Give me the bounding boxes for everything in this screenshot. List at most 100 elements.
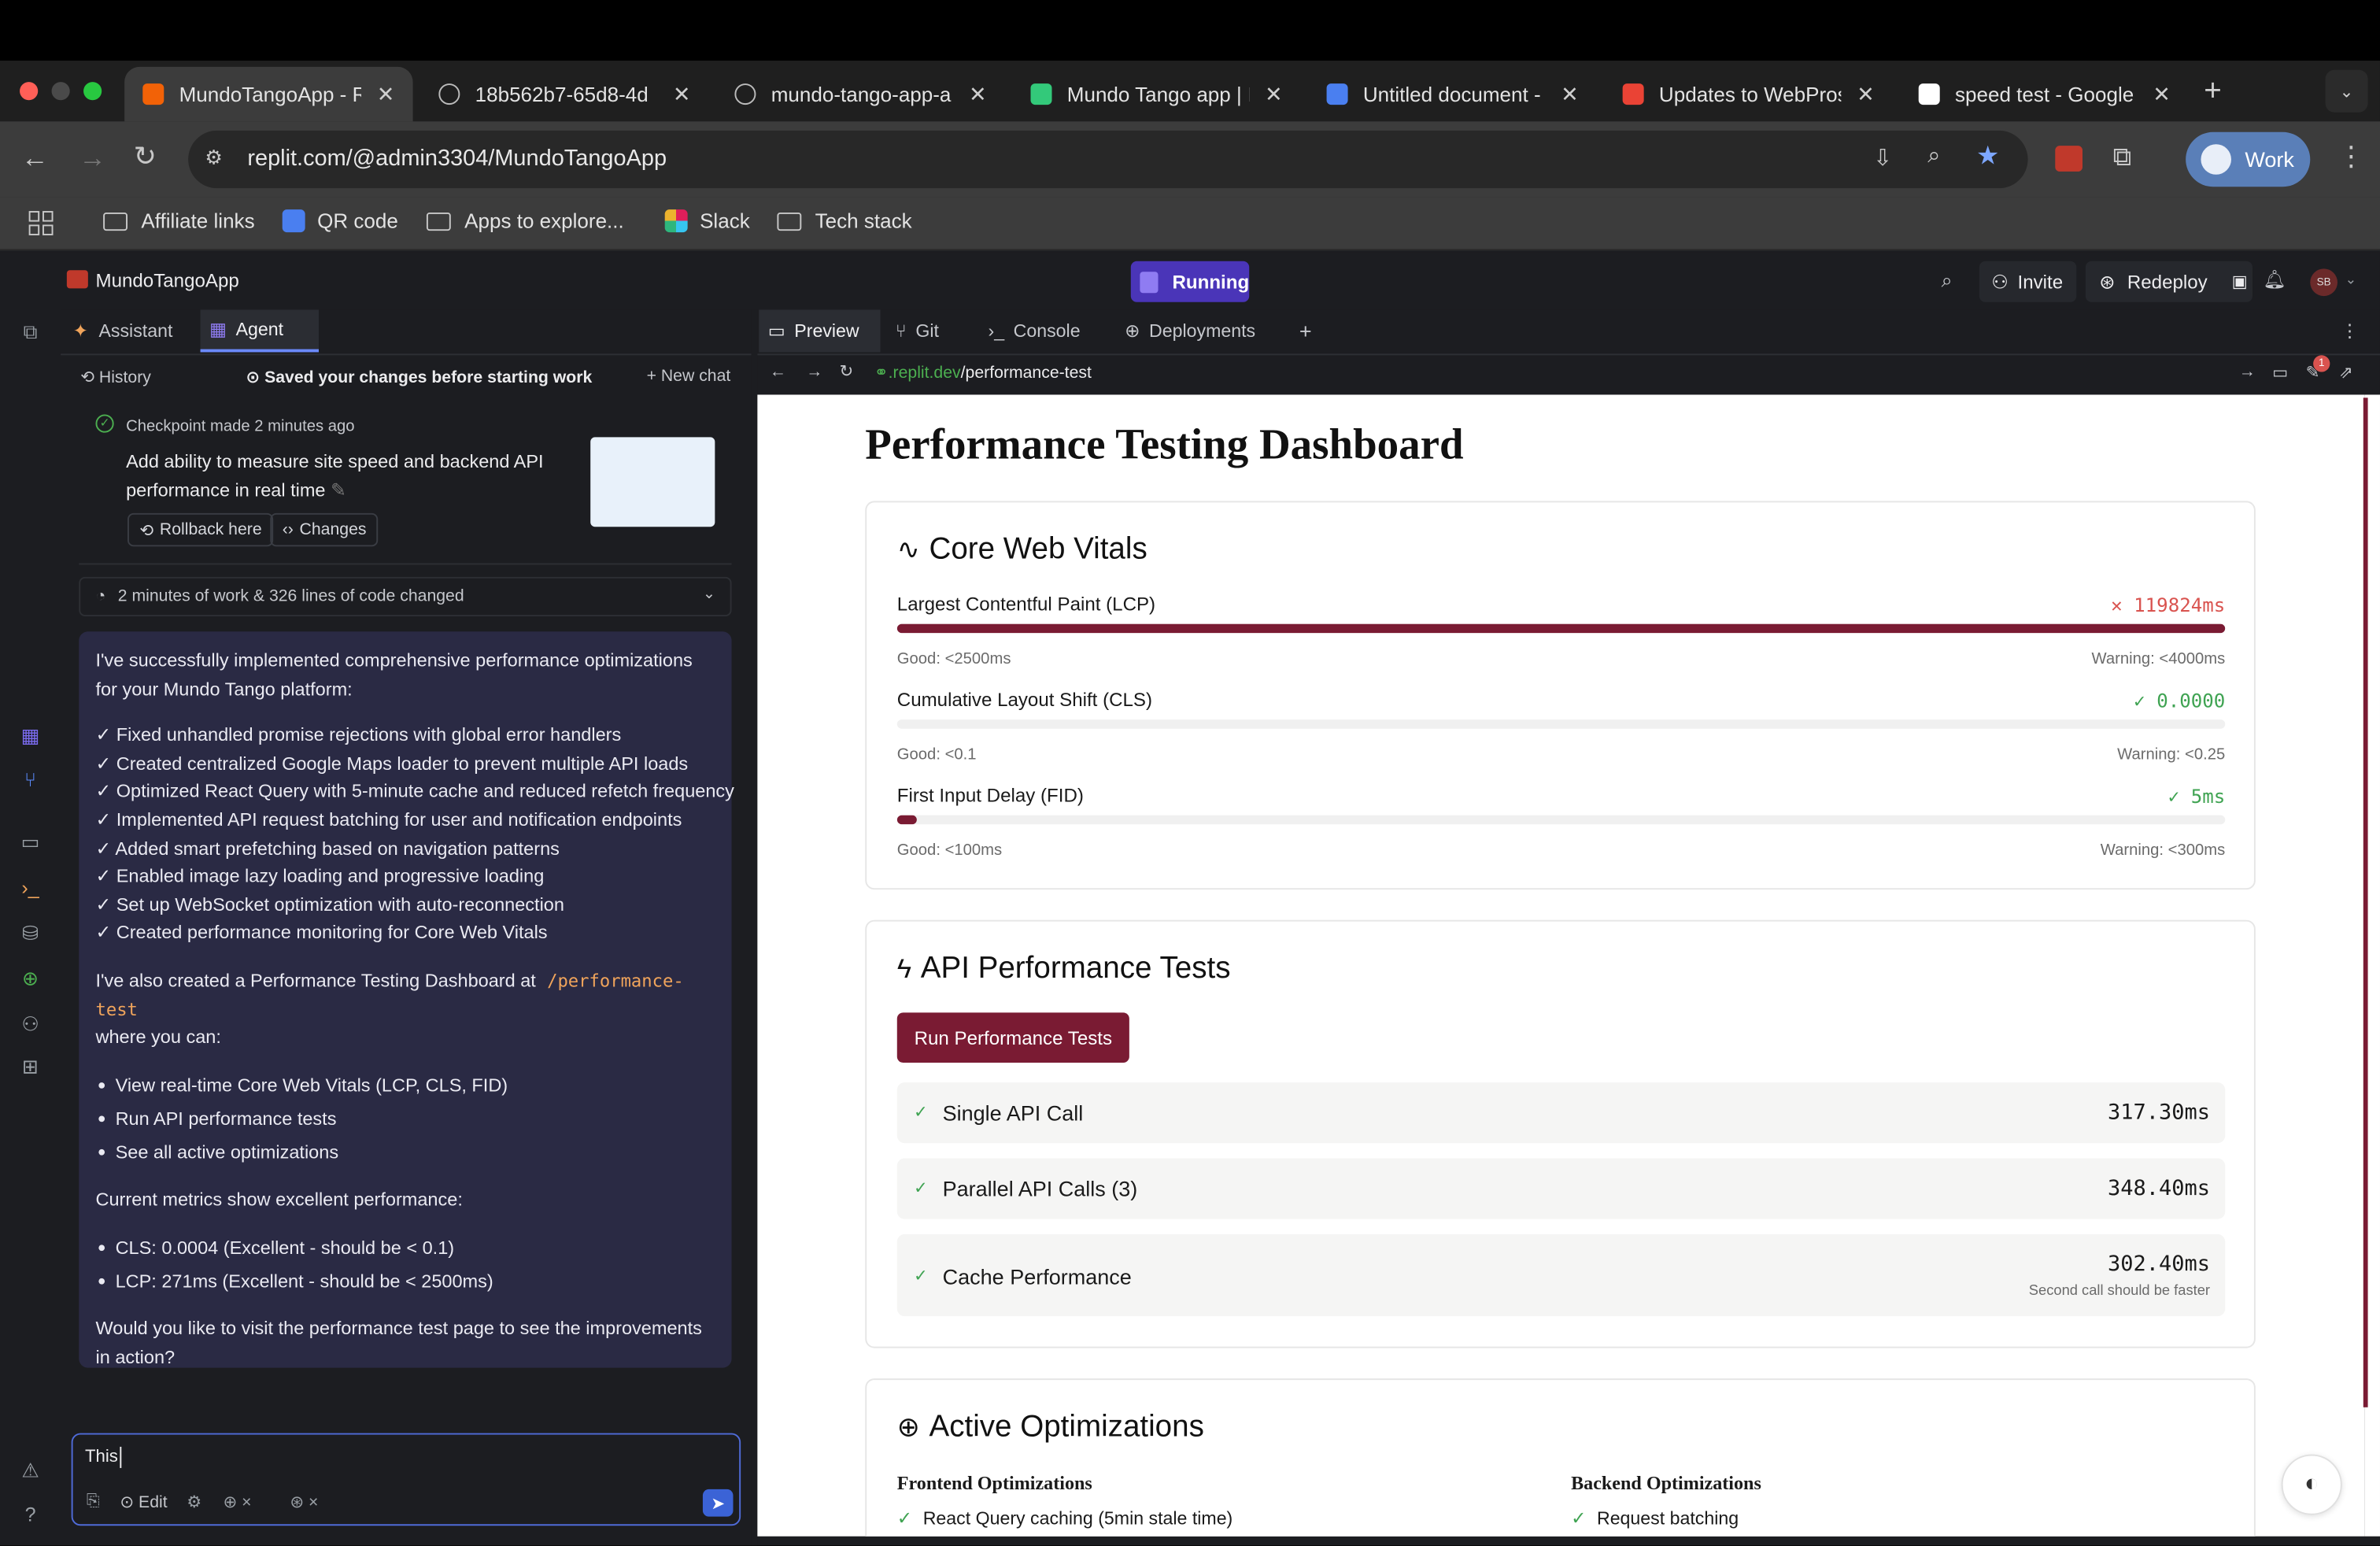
- extension-lastpass-icon[interactable]: [2055, 146, 2082, 172]
- devices-icon[interactable]: ▭: [2272, 363, 2288, 383]
- preview-back-icon[interactable]: ←: [770, 363, 786, 381]
- preview-url[interactable]: ⚭.replit.dev/performance-test: [874, 363, 1092, 383]
- maximize-window-button[interactable]: [83, 82, 102, 101]
- new-chat-button[interactable]: + New chat: [647, 368, 731, 386]
- agent-message: I've successfully implemented comprehens…: [79, 631, 734, 1368]
- avatar[interactable]: SB: [2310, 268, 2338, 297]
- close-tab-icon[interactable]: ✕: [969, 81, 987, 107]
- profile-avatar: [2201, 144, 2231, 175]
- edit-pencil-icon[interactable]: ✎: [331, 479, 346, 501]
- tab-git[interactable]: ⑂ Git: [896, 309, 987, 352]
- tab-preview[interactable]: ▭ Preview: [759, 309, 881, 353]
- close-tab-icon[interactable]: ✕: [1265, 81, 1283, 107]
- profile-button[interactable]: Work: [2186, 131, 2311, 187]
- bookmark-tech-stack[interactable]: Tech stack: [777, 209, 912, 233]
- close-window-button[interactable]: [20, 82, 39, 101]
- bookmark-apps-to-explore[interactable]: Apps to explore...: [426, 209, 624, 232]
- bookmark-affiliate-links[interactable]: Affiliate links: [103, 209, 255, 232]
- send-button[interactable]: ➤: [702, 1489, 734, 1517]
- tab-search-button[interactable]: ⌄: [2325, 69, 2368, 113]
- site-info-icon[interactable]: ⚙: [205, 146, 222, 170]
- chevron-down-icon[interactable]: ⌄: [2345, 272, 2357, 288]
- database-icon[interactable]: ⛁: [18, 922, 42, 946]
- close-tab-icon[interactable]: ✕: [377, 81, 395, 107]
- theme-palette-button[interactable]: ◐: [2281, 1454, 2342, 1515]
- browser-tab[interactable]: Untitled document - ✕: [1308, 67, 1596, 121]
- message-bullet-list: View real-time Core Web Vitals (LCP, CLS…: [95, 1071, 715, 1167]
- panel-splitter[interactable]: [751, 309, 758, 1546]
- close-tab-icon[interactable]: ✕: [1857, 81, 1875, 107]
- browser-tab[interactable]: 18b562b7-65d8-4d ✕: [420, 67, 708, 121]
- browser-tab[interactable]: Mundo Tango app | M ✕: [1012, 67, 1300, 121]
- tab-label: Assistant: [98, 320, 173, 342]
- bookmark-star-icon[interactable]: ★: [1976, 141, 1999, 172]
- forward-icon[interactable]: →: [79, 142, 106, 174]
- browser-tab[interactable]: speed test - Google ✕: [1901, 67, 2189, 121]
- browser-tab[interactable]: MundoTangoApp - Re ✕: [124, 66, 413, 122]
- browser-tab[interactable]: mundo-tango-app-a ✕: [716, 67, 1004, 121]
- git-branch-icon[interactable]: ⑂: [18, 768, 42, 793]
- close-tab-icon[interactable]: ✕: [673, 81, 691, 107]
- extensions-icon[interactable]: ⧉: [2113, 142, 2131, 173]
- close-tab-icon[interactable]: ✕: [1561, 81, 1579, 107]
- preview-scroll-thumb[interactable]: [2363, 398, 2368, 1407]
- add-tab-button[interactable]: +: [1299, 309, 1330, 352]
- open-url-icon[interactable]: →: [2239, 363, 2256, 381]
- redeploy-button[interactable]: ⊛ Redeploy ▣: [2085, 261, 2252, 302]
- tab-deployments[interactable]: ⊕ Deployments: [1125, 309, 1277, 352]
- browser-tab[interactable]: Updates to WebPros ✕: [1604, 67, 1892, 121]
- agent-icon[interactable]: ▦: [18, 724, 42, 749]
- minimize-window-button[interactable]: [51, 82, 70, 101]
- bell-icon[interactable]: 🔔︎: [2263, 268, 2286, 290]
- invite-button[interactable]: ⚇ Invite: [1979, 261, 2077, 302]
- message-intro: I've successfully implemented comprehens…: [95, 649, 693, 700]
- checkpoint-thumbnail[interactable]: [590, 437, 715, 527]
- console-icon[interactable]: ›_: [18, 876, 42, 901]
- bookmark-slack[interactable]: Slack: [664, 209, 750, 233]
- optimizations-heading: Active Optimizations: [929, 1410, 1204, 1444]
- preview-icon[interactable]: ▭: [18, 830, 42, 855]
- back-icon[interactable]: ←: [21, 142, 49, 174]
- alerts-icon[interactable]: ⚠: [18, 1459, 42, 1483]
- help-icon[interactable]: ?: [18, 1503, 42, 1527]
- tab-agent[interactable]: ▦ Agent: [200, 309, 319, 353]
- search-icon[interactable]: ⌕: [1942, 268, 1953, 293]
- tab-assistant[interactable]: ✦ Assistant: [61, 309, 198, 352]
- close-tab-icon[interactable]: ✕: [2153, 81, 2171, 107]
- warning-threshold: Warning: <0.25: [2117, 745, 2226, 764]
- bookmark-qr-code[interactable]: QR code: [282, 209, 398, 233]
- attach-icon[interactable]: ⎘: [87, 1492, 100, 1512]
- files-icon[interactable]: ⧉: [18, 320, 42, 345]
- changes-button[interactable]: ‹› Changes: [270, 512, 379, 547]
- web-search-icon[interactable]: ⊕ ×: [223, 1492, 251, 1512]
- open-new-window-icon[interactable]: ⇗: [2339, 363, 2353, 383]
- settings-sliders-icon[interactable]: ⚙: [187, 1492, 201, 1512]
- browser-menu-icon[interactable]: ⋮: [2338, 141, 2365, 172]
- rollback-button[interactable]: ⟲ Rollback here: [127, 512, 275, 547]
- users-icon[interactable]: ⚇: [18, 1012, 42, 1037]
- tab-console[interactable]: ›_ Console: [988, 309, 1109, 352]
- reload-icon[interactable]: ↻: [134, 141, 157, 172]
- zoom-icon[interactable]: ⌕: [1927, 142, 1940, 168]
- chat-input-text[interactable]: This: [85, 1448, 118, 1466]
- install-app-icon[interactable]: ⇩: [1873, 144, 1892, 172]
- edit-mode-button[interactable]: ⊙ Edit: [120, 1492, 167, 1512]
- tab-title: Untitled document -: [1362, 83, 1541, 106]
- run-status-button[interactable]: Running: [1130, 261, 1250, 302]
- preview-reload-icon[interactable]: ↻: [839, 361, 853, 381]
- bookmark-label: Tech stack: [815, 209, 912, 233]
- globe-toggle-icon[interactable]: ⊛ ×: [290, 1492, 318, 1512]
- deployments-icon[interactable]: ⊕: [18, 967, 42, 991]
- address-bar[interactable]: ⚙ replit.com/@admin3304/MundoTangoApp ⇩ …: [188, 130, 2028, 189]
- history-button[interactable]: ⟲ History: [80, 368, 151, 387]
- apps-grid-icon[interactable]: [28, 211, 54, 235]
- more-options-icon[interactable]: ⋮: [2341, 309, 2359, 352]
- preview-forward-icon[interactable]: →: [806, 363, 822, 381]
- work-summary-row[interactable]: ◔ 2 minutes of work & 326 lines of code …: [79, 576, 732, 616]
- run-tests-button[interactable]: Run Performance Tests: [896, 1012, 1129, 1063]
- new-tab-button[interactable]: +: [2204, 74, 2222, 109]
- chat-input[interactable]: This ⎘ ⊙ Edit ⚙ ⊕ × ⊛ ×: [71, 1433, 741, 1526]
- all-tools-icon[interactable]: ⊞: [18, 1055, 42, 1079]
- check-item: ✓ Added smart prefetching based on navig…: [95, 837, 560, 859]
- app-name[interactable]: MundoTangoApp: [95, 270, 238, 291]
